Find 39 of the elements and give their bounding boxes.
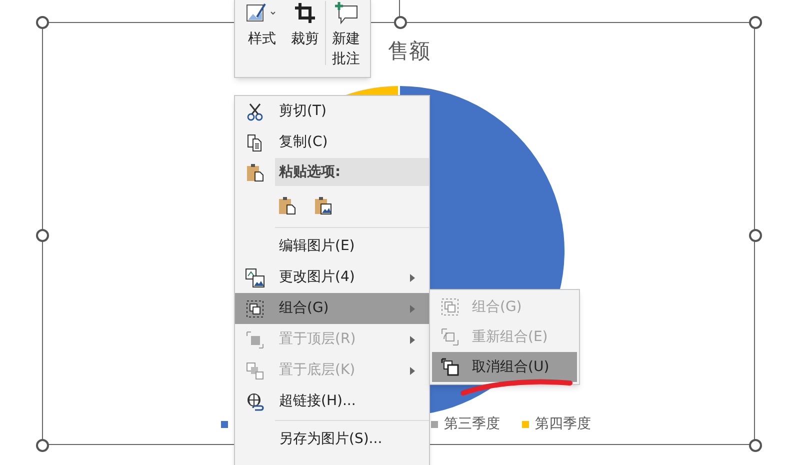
regroup-icon [440, 327, 460, 347]
submenu-arrow-icon [409, 334, 417, 344]
group-icon [245, 298, 265, 318]
scissors-icon [245, 102, 265, 122]
menu-item[interactable]: 组合(G) [235, 293, 429, 324]
clipboard-icon [277, 195, 297, 215]
menu-item[interactable]: 复制(C) [235, 127, 429, 158]
submenu-item[interactable]: 取消组合(U) [432, 352, 577, 382]
menu-item[interactable]: 另存为图片(S)... [235, 424, 429, 455]
menu-item[interactable]: 超链接(H)... [235, 386, 429, 417]
bring-to-front-icon [245, 330, 265, 350]
menu-item[interactable]: 剪切(T) [235, 96, 429, 127]
submenu-arrow-icon [409, 366, 417, 376]
clipboard-icon [245, 162, 265, 182]
resize-handle[interactable] [749, 229, 762, 242]
legend-label: 第三季度 [444, 415, 500, 434]
menu-item[interactable]: 更改图片(4) [235, 262, 429, 293]
group-icon [440, 297, 460, 317]
menu-item[interactable]: 编辑图片(E) [235, 231, 429, 262]
resize-handle[interactable] [36, 229, 49, 242]
resize-handle[interactable] [36, 439, 49, 452]
globe-link-icon [245, 392, 265, 412]
ungroup-icon [440, 357, 460, 377]
crop-icon [293, 1, 317, 25]
send-to-back-icon [245, 360, 265, 380]
submenu-arrow-icon [409, 304, 417, 314]
toolbar-button[interactable]: 样式 [239, 0, 285, 69]
resize-handle[interactable] [394, 16, 407, 29]
paste-options-header: 粘贴选项: [275, 158, 429, 186]
change-picture-icon [245, 268, 265, 288]
submenu-arrow-icon [409, 272, 417, 282]
resize-handle[interactable] [749, 439, 762, 452]
toolbar-button[interactable]: 新建批注 [326, 0, 366, 69]
toolbar-button[interactable]: 裁剪 [285, 0, 325, 69]
resize-handle[interactable] [749, 16, 762, 29]
legend-label: 第四季度 [535, 415, 591, 434]
chart-title: 售额 [388, 38, 430, 65]
paste-picture-icon [313, 195, 333, 215]
resize-handle[interactable] [36, 16, 49, 29]
